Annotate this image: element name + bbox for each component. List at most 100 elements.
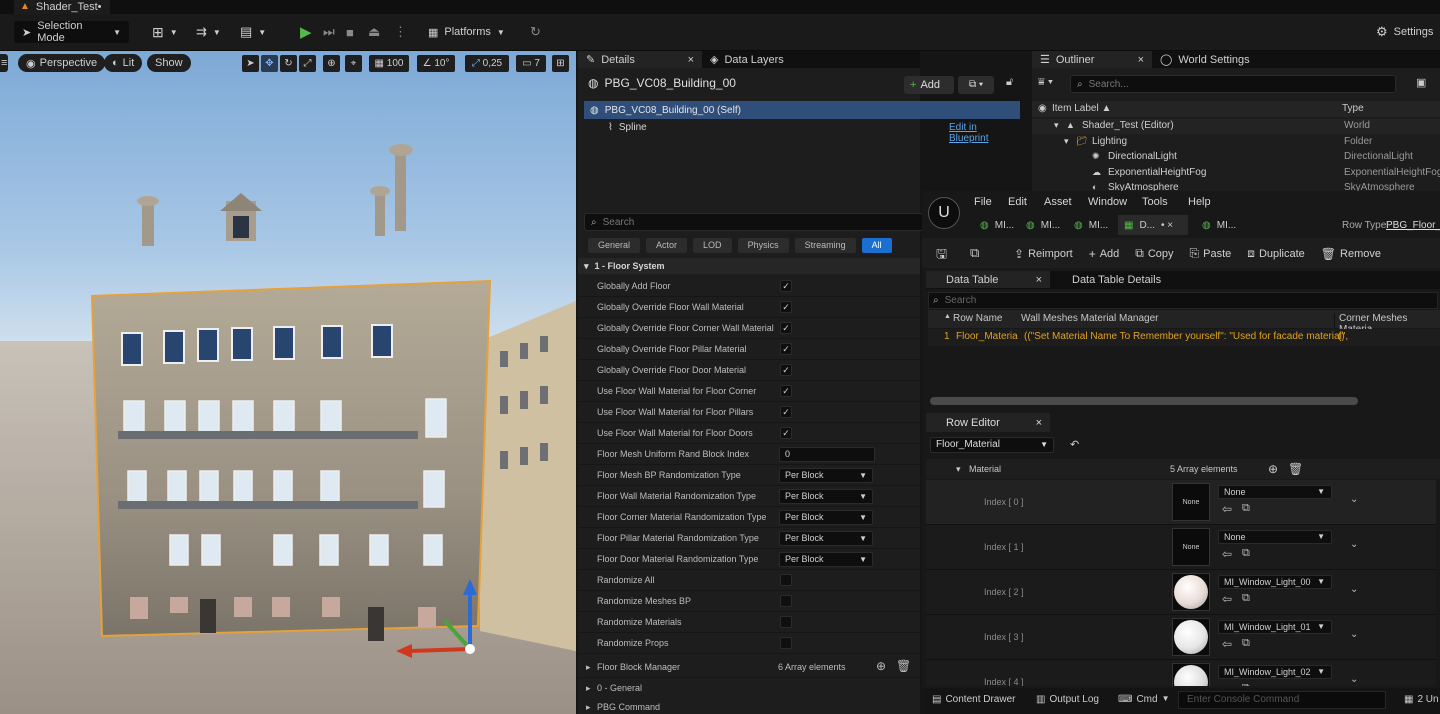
property-checkbox[interactable]: ✓ <box>780 343 792 355</box>
console-input[interactable]: Enter Console Command <box>1178 691 1386 709</box>
browse-icon[interactable]: ⧉ <box>970 245 979 261</box>
row-select-combo[interactable]: Floor_Material ▼ <box>930 437 1054 453</box>
paste-button[interactable]: ⎘ Paste <box>1190 246 1232 261</box>
col-type[interactable]: Type <box>1342 103 1364 114</box>
cinematics-button[interactable]: ▤ ▼ <box>240 21 266 43</box>
tab-data-layers[interactable]: ◈ Data Layers <box>702 51 792 68</box>
unsaved-button[interactable]: ▦ 2 Un <box>1404 694 1439 705</box>
menu-file[interactable]: File <box>974 196 992 208</box>
datatable-search-input[interactable]: ⌕ Search <box>928 292 1438 309</box>
browse-asset-icon[interactable]: ⧉ <box>1242 547 1250 560</box>
blueprint-options-button[interactable]: ⧉ ▾ <box>958 76 994 94</box>
property-checkbox[interactable]: ✓ <box>780 385 792 397</box>
document-tab[interactable]: ◍ MI... <box>1020 215 1064 235</box>
use-selected-icon[interactable]: ⇦ <box>1222 547 1232 561</box>
level-tab[interactable]: ▲ Shader_Test• <box>14 0 110 14</box>
floor-system-section[interactable]: ▾ 1 - Floor System <box>578 258 920 274</box>
tab-outliner[interactable]: ☰ Outliner × <box>1032 51 1152 68</box>
use-selected-icon[interactable]: ⇦ <box>1222 502 1232 516</box>
menu-help[interactable]: Help <box>1188 196 1211 208</box>
add-button[interactable]: + Add <box>1089 246 1120 261</box>
material-thumbnail[interactable] <box>1172 618 1210 656</box>
play-options-icon[interactable]: ⋮ <box>394 21 407 43</box>
array-element-row[interactable]: Index [ 2 ] MI_Window_Light_00 ▼ ⇦ ⧉ ⌄ <box>926 570 1436 615</box>
pbg-command-section[interactable]: ▸ PBG Command <box>578 699 920 714</box>
browse-asset-icon[interactable]: ⧉ <box>1242 592 1250 605</box>
level-viewport[interactable]: ≡ ◉ Perspective ◐ Lit Show ➤ ✥ ↻ ⤢ ⊕ ⌖ ▦ 1… <box>0 51 576 714</box>
material-asset-combo[interactable]: None ▼ <box>1218 530 1332 544</box>
document-tab[interactable]: ◍ MI... <box>974 215 1018 235</box>
component-spline-item[interactable]: ⌇ Spline <box>608 122 647 133</box>
tab-data-table[interactable]: Data Table × <box>926 271 1050 288</box>
tab-row-editor[interactable]: Row Editor × <box>926 413 1050 432</box>
browse-asset-icon[interactable]: ⧉ <box>1242 502 1250 515</box>
document-tab[interactable]: ▦ D... • × <box>1118 215 1188 235</box>
menu-window[interactable]: Window <box>1088 196 1127 208</box>
browse-asset-icon[interactable]: ⧉ <box>1242 637 1250 650</box>
add-content-button[interactable]: ⊞ ▼ <box>152 21 178 43</box>
filter-general[interactable]: General <box>588 238 641 253</box>
filter-actor[interactable]: Actor <box>646 238 688 253</box>
close-icon[interactable]: × <box>1138 54 1144 66</box>
add-element-icon[interactable]: ⊕ <box>1268 462 1278 476</box>
use-selected-icon[interactable]: ⇦ <box>1222 682 1232 686</box>
property-checkbox[interactable]: ✓ <box>780 427 792 439</box>
chevron-down-icon[interactable]: ⌄ <box>1350 674 1358 685</box>
close-icon[interactable]: × <box>1036 274 1042 286</box>
property-number-field[interactable]: 0 <box>779 447 875 462</box>
close-icon[interactable]: × <box>688 54 694 66</box>
outliner-row[interactable]: ▾ 📁︎ Lighting Folder <box>1032 135 1440 150</box>
selection-mode-button[interactable]: ➤ Selection Mode ▼ <box>14 20 129 44</box>
trash-icon[interactable]: 🗑︎ <box>896 659 911 673</box>
chevron-down-icon[interactable]: ▾ <box>1054 120 1059 131</box>
array-element-row[interactable]: Index [ 3 ] MI_Window_Light_01 ▼ ⇦ ⧉ ⌄ <box>926 615 1436 660</box>
close-icon[interactable]: • × <box>1161 220 1173 231</box>
chevron-down-icon[interactable]: ⌄ <box>1350 629 1358 640</box>
add-element-icon[interactable]: ⊕ <box>876 659 886 673</box>
filter-physics[interactable]: Physics <box>737 238 789 253</box>
array-element-row[interactable]: Index [ 1 ] None None ▼ ⇦ ⧉ ⌄ <box>926 525 1436 570</box>
material-asset-combo[interactable]: MI_Window_Light_01 ▼ <box>1218 620 1332 634</box>
close-icon[interactable]: × <box>1036 417 1042 429</box>
settings-button[interactable]: ⚙ Settings <box>1376 21 1433 43</box>
outliner-row[interactable]: ☁︎ ExponentialHeightFog ExponentialHeightF… <box>1032 166 1440 181</box>
property-checkbox[interactable] <box>780 616 792 628</box>
advance-frame-button[interactable]: ⏭ <box>323 21 335 43</box>
details-search-input[interactable]: ⌕ Search <box>584 213 926 231</box>
use-selected-icon[interactable]: ⇦ <box>1222 592 1232 606</box>
cmd-button[interactable]: ⌨ Cmd ▼ <box>1118 694 1169 705</box>
add-component-button[interactable]: + Add <box>904 76 954 94</box>
property-checkbox[interactable] <box>780 574 792 586</box>
lock-icon[interactable]: 🔓︎ <box>1006 76 1013 89</box>
edit-in-blueprint-link[interactable]: Edit in Blueprint <box>949 122 988 144</box>
tab-world-settings[interactable]: ◯ World Settings <box>1152 51 1258 68</box>
array-element-row[interactable]: Index [ 4 ] MI_Window_Light_02 ▼ ⇦ ⧉ ⌄ <box>926 660 1436 686</box>
document-tab[interactable]: ◍ MI... <box>1068 215 1112 235</box>
horizontal-scrollbar[interactable] <box>930 397 1358 405</box>
menu-tools[interactable]: Tools <box>1142 196 1168 208</box>
material-thumbnail[interactable] <box>1172 663 1210 686</box>
general-section[interactable]: ▸ 0 - General <box>578 678 920 699</box>
copy-button[interactable]: ⧉ Copy <box>1135 246 1173 261</box>
reimport-button[interactable]: ⇪ Reimport <box>1014 246 1073 261</box>
property-checkbox[interactable] <box>780 637 792 649</box>
blueprints-button[interactable]: ⇉ ▼ <box>196 21 221 43</box>
outliner-row[interactable]: ✺ DirectionalLight DirectionalLight <box>1032 150 1440 165</box>
platforms-button[interactable]: ▦ Platforms ▼ <box>428 21 505 43</box>
filter-lod[interactable]: LOD <box>693 238 732 253</box>
trash-icon[interactable]: 🗑︎ <box>1288 462 1303 476</box>
array-element-row[interactable]: Index [ 0 ] None None ▼ ⇦ ⧉ ⌄ <box>926 480 1436 525</box>
chevron-down-icon[interactable]: ▾ <box>1064 136 1069 147</box>
play-button[interactable]: ▶ <box>300 21 312 43</box>
remove-button[interactable]: 🗑︎ Remove <box>1321 246 1381 261</box>
material-thumbnail[interactable] <box>1172 573 1210 611</box>
row-type-link[interactable]: PBG_Floor_M <box>1386 220 1440 231</box>
property-combo[interactable]: Per Block ▼ <box>779 489 873 504</box>
datatable-row[interactable]: 1 Floor_Materia (("Set Material Name To … <box>928 329 1440 346</box>
stop-button[interactable]: ■ <box>346 21 354 43</box>
col-wall-meshes[interactable]: Wall Meshes Material Manager <box>1021 313 1158 324</box>
tab-data-table-details[interactable]: Data Table Details <box>1050 271 1169 288</box>
tab-details[interactable]: ✎ Details × <box>578 51 702 68</box>
menu-asset[interactable]: Asset <box>1044 196 1072 208</box>
property-checkbox[interactable]: ✓ <box>780 301 792 313</box>
